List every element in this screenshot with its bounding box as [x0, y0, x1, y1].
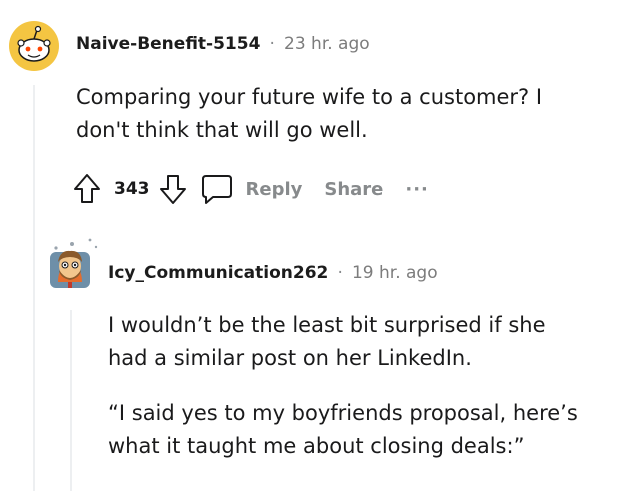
timestamp[interactable]: 19 hr. ago [352, 263, 438, 283]
avatar-icon[interactable] [8, 20, 60, 72]
share-button[interactable]: Share [324, 179, 383, 200]
comment-text-line: what it taught me about closing deals:” [108, 434, 525, 458]
comment-text-line: I wouldn’t be the least bit surprised if… [108, 313, 546, 337]
timestamp[interactable]: 23 hr. ago [284, 34, 370, 54]
avatar-icon[interactable] [44, 232, 102, 292]
reply-button[interactable]: Reply [246, 179, 303, 200]
thread-line[interactable] [70, 310, 72, 491]
separator-dot: · [269, 34, 275, 54]
comment-text-line: don't think that will go well. [76, 118, 368, 142]
separator-dot: · [337, 263, 343, 283]
comment-body: Comparing your future wife to a customer… [76, 81, 616, 147]
comment-text-line: “I said yes to my boyfriends proposal, h… [108, 401, 578, 425]
comment-bubble-icon[interactable] [200, 172, 234, 206]
vote-count: 343 [114, 179, 150, 199]
username-link[interactable]: Naive-Benefit-5154 [76, 34, 260, 54]
thread-line[interactable] [33, 85, 35, 491]
comment-body: I wouldn’t be the least bit surprised if… [108, 309, 623, 463]
comment-actions: 343 Reply Share ··· [72, 172, 429, 206]
comment-text-line: had a similar post on her LinkedIn. [108, 346, 472, 370]
comment-header: Naive-Benefit-5154 · 23 hr. ago [76, 34, 370, 54]
comment-text-line: Comparing your future wife to a customer… [76, 85, 543, 109]
more-options-button[interactable]: ··· [405, 179, 429, 200]
downvote-arrow-icon[interactable] [158, 172, 188, 206]
comment-header: Icy_Communication262 · 19 hr. ago [108, 263, 438, 283]
username-link[interactable]: Icy_Communication262 [108, 263, 328, 283]
upvote-arrow-icon[interactable] [72, 172, 102, 206]
